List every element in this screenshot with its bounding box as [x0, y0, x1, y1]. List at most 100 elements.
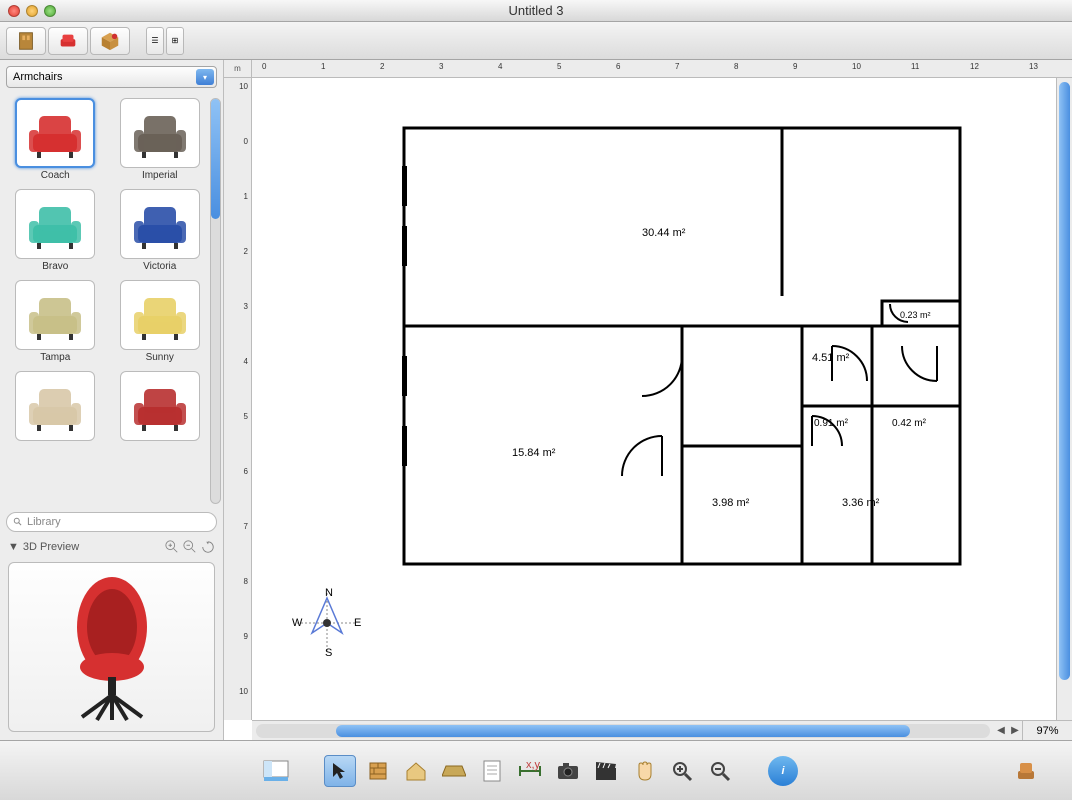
catalog-item-label: Bravo — [8, 261, 103, 272]
furniture-button[interactable] — [48, 27, 88, 55]
ruler-tick: 1 — [244, 192, 248, 201]
catalog-item-label: Tampa — [8, 352, 103, 363]
armchair-icon — [25, 288, 85, 343]
furniture-catalog: Coach Imperial Bravo Victoria — [0, 94, 223, 508]
catalog-item-label: Victoria — [113, 261, 208, 272]
list-mode-b[interactable]: ⊞ — [166, 27, 184, 55]
room-button[interactable] — [400, 755, 432, 787]
zoom-in-icon[interactable] — [165, 540, 179, 554]
catalog-item-label: Sunny — [113, 352, 208, 363]
catalog-item[interactable]: Imperial — [113, 98, 208, 181]
zoom-out-button[interactable] — [704, 755, 736, 787]
ruler-horizontal: 012345678910111213 — [252, 60, 1072, 78]
floor-icon — [442, 762, 466, 780]
ruler-tick: 6 — [616, 62, 620, 71]
list-mode-a[interactable]: ☰ — [146, 27, 164, 55]
catalog-thumb — [120, 280, 200, 350]
text-button[interactable] — [476, 755, 508, 787]
catalog-thumb — [120, 98, 200, 168]
hand-button[interactable] — [628, 755, 660, 787]
camera-icon — [557, 762, 579, 780]
door-icon — [15, 30, 37, 52]
search-icon — [13, 517, 23, 527]
svg-text:E: E — [354, 617, 361, 629]
hand-icon — [634, 760, 654, 782]
armchair-icon — [57, 30, 79, 52]
ruler-tick: 5 — [244, 412, 248, 421]
pointer-button[interactable] — [324, 755, 356, 787]
scroll-right-icon[interactable]: ▶ — [1008, 725, 1022, 736]
info-button[interactable]: i — [768, 756, 798, 786]
floor-button[interactable] — [438, 755, 470, 787]
ruler-tick: 7 — [675, 62, 679, 71]
panel-button[interactable] — [260, 755, 292, 787]
bottom-toolbar: x,y i — [0, 740, 1072, 800]
main-area: Armchairs ▾ Coach Imperial — [0, 60, 1072, 740]
armchair-icon — [25, 106, 85, 161]
ruler-tick: 3 — [244, 302, 248, 311]
box-icon — [99, 30, 121, 52]
movie-button[interactable] — [590, 755, 622, 787]
ruler-tick: 5 — [557, 62, 561, 71]
top-toolbar: ☰ ⊞ — [0, 22, 1072, 60]
category-label: Armchairs — [13, 71, 63, 83]
room-area-label: 0.91 m² — [814, 418, 849, 429]
pointer-icon — [330, 761, 350, 781]
ruler-tick: 10 — [852, 62, 861, 71]
room-area-label: 15.84 m² — [512, 447, 556, 459]
scroll-left-icon[interactable]: ◀ — [994, 725, 1008, 736]
dimension-button[interactable]: x,y — [514, 755, 546, 787]
ruler-tick: 2 — [380, 62, 384, 71]
materials-button[interactable] — [90, 27, 130, 55]
horizontal-scrollbar[interactable] — [256, 724, 990, 738]
info-icon: i — [781, 765, 784, 777]
wall-button[interactable] — [362, 755, 394, 787]
catalog-scrollbar[interactable] — [210, 98, 221, 504]
vertical-scrollbar[interactable] — [1056, 78, 1072, 720]
svg-text:N: N — [325, 588, 333, 599]
zoom-in-button[interactable] — [666, 755, 698, 787]
render-button[interactable] — [1010, 755, 1042, 787]
catalog-item[interactable]: Victoria — [113, 189, 208, 272]
zoom-readout[interactable]: 97% — [1022, 721, 1072, 740]
camera-button[interactable] — [552, 755, 584, 787]
catalog-item[interactable] — [8, 371, 103, 443]
window-title: Untitled 3 — [0, 3, 1072, 18]
preview-header: ▼ 3D Preview — [0, 536, 223, 558]
room-area-label: 4.51 m² — [812, 352, 850, 364]
clapperboard-icon — [595, 761, 617, 781]
catalog-item[interactable]: Tampa — [8, 280, 103, 363]
catalog-item[interactable]: Sunny — [113, 280, 208, 363]
ruler-tick: 12 — [970, 62, 979, 71]
armchair-icon — [130, 288, 190, 343]
zoom-out-icon[interactable] — [183, 540, 197, 554]
library-search[interactable]: Library — [6, 512, 217, 532]
ruler-tick: 2 — [244, 247, 248, 256]
catalog-item-label: Imperial — [113, 170, 208, 181]
ruler-tick: 0 — [262, 62, 266, 71]
reset-view-icon[interactable] — [201, 540, 215, 554]
catalog-thumb — [15, 189, 95, 259]
chair-render-icon — [1014, 759, 1038, 783]
preview-pane[interactable] — [8, 562, 215, 732]
catalog-thumb — [120, 189, 200, 259]
catalog-item[interactable]: Bravo — [8, 189, 103, 272]
ruler-tick: 13 — [1029, 62, 1038, 71]
library-button[interactable] — [6, 27, 46, 55]
room-area-label: 3.36 m² — [842, 497, 880, 509]
zoom-in-icon — [671, 760, 693, 782]
armchair-icon — [25, 379, 85, 434]
ruler-tick: 6 — [244, 467, 248, 476]
catalog-item[interactable]: Coach — [8, 98, 103, 181]
compass-icon: N S E W — [292, 588, 362, 658]
panel-icon — [263, 760, 289, 782]
chevron-down-icon: ▾ — [196, 69, 214, 85]
room-icon — [405, 760, 427, 782]
disclosure-triangle-icon[interactable]: ▼ — [8, 541, 19, 553]
catalog-item[interactable] — [113, 371, 208, 443]
ruler-tick: 10 — [239, 82, 248, 91]
category-select[interactable]: Armchairs ▾ — [6, 66, 217, 88]
ruler-tick: 0 — [244, 137, 248, 146]
floorplan-canvas[interactable]: 30.44 m² 0.23 m² 4.51 m² 15.84 m² 0.91 m… — [252, 78, 1056, 720]
ruler-tick: 7 — [244, 522, 248, 531]
